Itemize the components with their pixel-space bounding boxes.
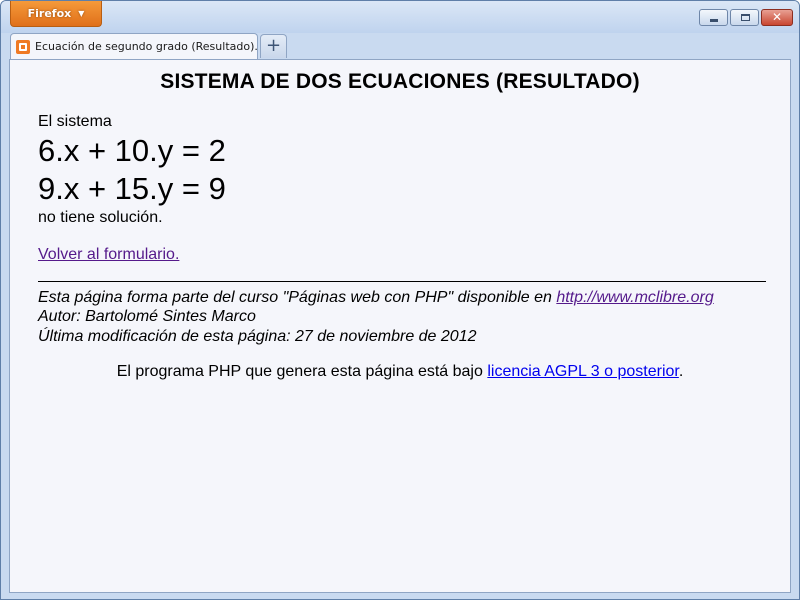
tab-title: Ecuación de segundo grado (Resultado)...… [35, 40, 257, 53]
caret-down-icon: ▼ [78, 9, 85, 18]
page-title: SISTEMA DE DOS ECUACIONES (RESULTADO) [160, 70, 640, 93]
maximize-button[interactable] [730, 9, 759, 26]
back-to-form-link[interactable]: Volver al formulario. [38, 246, 179, 263]
course-info: Esta página forma parte del curso "Págin… [38, 289, 714, 307]
firefox-menu-label: Firefox [27, 7, 72, 20]
last-modified-text: Última modificación de esta página: 27 d… [38, 328, 477, 345]
browser-window: Firefox ▼ ✕ Ecuación de segundo grado (R… [0, 0, 800, 600]
new-tab-button[interactable]: + [260, 34, 287, 58]
course-info-text: Esta página forma parte del curso "Págin… [38, 289, 557, 306]
intro-text: El sistema [38, 113, 112, 130]
license-line: El programa PHP que genera esta página e… [10, 363, 790, 381]
license-period: . [678, 363, 684, 380]
mclibre-favicon-icon [16, 39, 30, 54]
divider [38, 281, 766, 282]
minimize-button[interactable] [699, 9, 728, 26]
tab-bar: Ecuación de segundo grado (Resultado)...… [1, 33, 799, 59]
tab-active[interactable]: Ecuación de segundo grado (Resultado)...… [10, 33, 258, 59]
close-button[interactable]: ✕ [761, 9, 793, 26]
author-text: Autor: Bartolomé Sintes Marco [38, 308, 256, 325]
window-controls: ✕ [699, 9, 793, 26]
plus-icon: + [265, 35, 282, 56]
result-text: no tiene solución. [38, 209, 163, 226]
equation-2: 9.x + 15.y = 9 [38, 171, 226, 206]
maximize-icon [741, 14, 750, 21]
license-link[interactable]: licencia AGPL 3 o posterior [487, 363, 679, 380]
minimize-icon [710, 19, 718, 22]
title-bar: Firefox ▼ ✕ [1, 1, 799, 33]
page-viewport: SISTEMA DE DOS ECUACIONES (RESULTADO) El… [9, 59, 791, 593]
back-link-line: Volver al formulario. [38, 246, 179, 264]
equation-1: 6.x + 10.y = 2 [38, 133, 226, 168]
firefox-menu-button[interactable]: Firefox ▼ [10, 1, 102, 27]
close-icon: ✕ [771, 10, 783, 24]
license-text: El programa PHP que genera esta página e… [116, 363, 488, 380]
mclibre-link[interactable]: http://www.mclibre.org [556, 289, 713, 306]
